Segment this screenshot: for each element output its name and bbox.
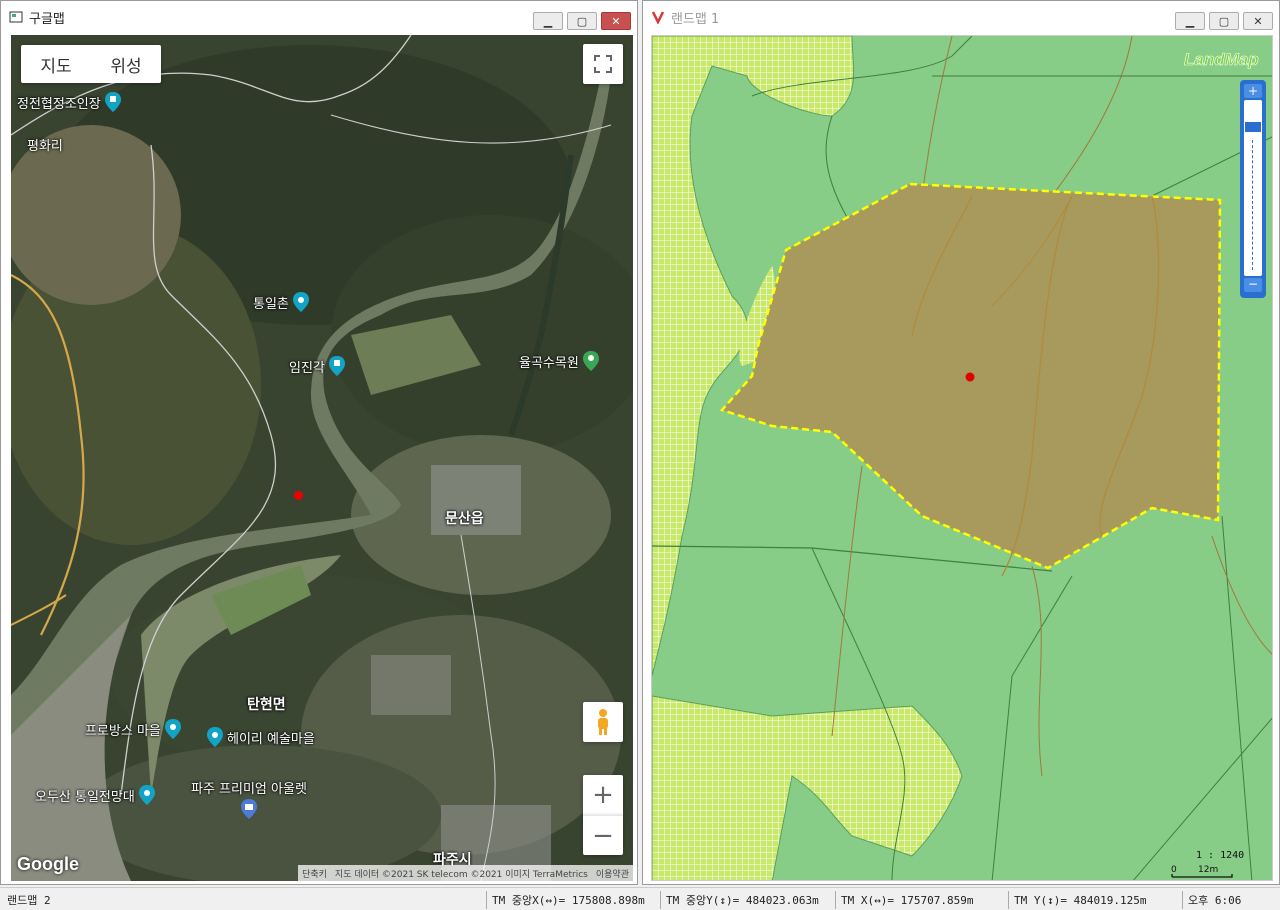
zoom-in-button[interactable]: + xyxy=(1244,84,1262,98)
zoom-in-button[interactable]: + xyxy=(583,775,623,815)
tm-center-y-value: TM 중앙Y(↕)= 484023.063m xyxy=(666,894,819,907)
place-name: 프로방스 마을 xyxy=(85,723,161,739)
minus-icon: − xyxy=(592,820,614,851)
place-name: 임진각 xyxy=(289,360,325,376)
fullscreen-button[interactable] xyxy=(583,44,623,84)
map-type-map-button[interactable]: 지도 xyxy=(21,52,91,77)
landmap-logo: LandMap xyxy=(1184,50,1259,69)
minimize-button[interactable]: ▁ xyxy=(533,12,563,30)
scale-zero: 0 xyxy=(1171,865,1177,875)
fullscreen-icon xyxy=(594,55,612,73)
keyboard-shortcuts-link[interactable]: 단축키 xyxy=(302,867,327,880)
status-tm-x: TM X(↔)= 175707.859m xyxy=(835,891,1007,909)
place-label[interactable]: 오두산 통일전망대 xyxy=(35,785,155,805)
status-app-label: 랜드맵 2 xyxy=(7,894,51,907)
landmap-app-icon xyxy=(651,11,665,24)
status-app: 랜드맵 2 xyxy=(2,891,482,909)
map-type-satellite-button[interactable]: 위성 xyxy=(91,52,161,77)
place-name: 평화리 xyxy=(27,139,63,154)
map-data-attribution: 지도 데이터 ©2021 SK telecom ©2021 이미지 TerraM… xyxy=(334,869,588,880)
left-titlebar: 구글맵 ▁ ▢ ✕ xyxy=(1,1,637,33)
place-label: 문산읍 xyxy=(445,508,484,528)
map-type-control: 지도 위성 xyxy=(21,45,161,83)
minimize-button[interactable]: ▁ xyxy=(1175,12,1205,30)
place-name: 헤이리 예술마을 xyxy=(227,731,315,747)
maximize-button[interactable]: ▢ xyxy=(567,12,597,30)
camera-pin-icon xyxy=(207,727,223,747)
window-title: 랜드맵 1 xyxy=(671,11,720,27)
place-label[interactable]: 파주 프리미엄 아울렛 xyxy=(191,778,307,819)
location-marker xyxy=(965,372,975,382)
tm-y-value: TM Y(↕)= 484019.125m xyxy=(1014,893,1147,907)
window-title: 구글맵 xyxy=(29,11,65,27)
app-icon xyxy=(9,11,23,23)
close-button[interactable]: ✕ xyxy=(601,12,631,30)
terms-link[interactable]: 이용약관 xyxy=(596,867,629,880)
camera-pin-icon xyxy=(164,719,181,739)
google-logo: Google xyxy=(17,854,79,874)
zoom-ticks xyxy=(1252,140,1254,270)
status-bar: 랜드맵 2 TM 중앙X(↔)= 175808.898m TM 중앙Y(↕)= … xyxy=(0,887,1280,910)
pegman-icon xyxy=(598,709,608,735)
zoom-slider[interactable]: + − xyxy=(1240,80,1266,298)
camera-pin-icon xyxy=(292,292,309,312)
time-value: 오후 6:06 xyxy=(1188,894,1242,907)
camera-pin-icon xyxy=(138,785,155,805)
status-tm-center-y: TM 중앙Y(↕)= 484023.063m xyxy=(660,891,832,909)
map-credits: 단축키 지도 데이터 ©2021 SK telecom ©2021 이미지 Te… xyxy=(298,865,633,881)
place-label[interactable]: 임진각 xyxy=(289,356,345,376)
status-tm-center-x: TM 중앙X(↔)= 175808.898m xyxy=(486,891,658,909)
parcel-map-canvas: LandMap 1 : 1240 0 12m xyxy=(652,36,1272,880)
close-button[interactable]: ✕ xyxy=(1243,12,1273,30)
parcel-map[interactable]: LandMap 1 : 1240 0 12m + − xyxy=(651,35,1273,881)
place-name: 문산읍 xyxy=(445,511,484,527)
zoom-out-button[interactable]: − xyxy=(583,815,623,855)
place-label: 탄현면 xyxy=(247,694,286,714)
scale-length: 12m xyxy=(1198,865,1218,875)
scale-ratio: 1 : 1240 xyxy=(1196,850,1244,861)
place-name: 파주 프리미엄 아울렛 xyxy=(191,782,307,797)
place-label[interactable]: 정전협정조인장 xyxy=(17,92,121,112)
landmark-pin-icon xyxy=(328,356,345,376)
location-marker xyxy=(294,491,303,500)
zoom-out-button[interactable]: − xyxy=(1244,278,1262,292)
place-label: 평화리 xyxy=(27,135,63,154)
landmark-pin-icon xyxy=(104,92,121,112)
place-name: 통일촌 xyxy=(253,296,289,312)
right-titlebar: 랜드맵 1 ▁ ▢ ✕ xyxy=(643,1,1279,33)
tm-x-value: TM X(↔)= 175707.859m xyxy=(841,893,974,907)
place-label[interactable]: 율곡수목원 xyxy=(519,351,599,371)
garden-pin-icon xyxy=(582,351,599,371)
street-view-pegman[interactable] xyxy=(583,702,623,742)
place-name: 정전협정조인장 xyxy=(17,96,101,112)
status-time: 오후 6:06 xyxy=(1182,891,1278,909)
satellite-imagery xyxy=(11,35,633,881)
satellite-map[interactable]: 지도 위성 + − 정전협정조인장 평화리 통일촌 임진각 율곡수목원 문산읍 … xyxy=(11,35,633,881)
tm-center-x-value: TM 중앙X(↔)= 175808.898m xyxy=(492,894,645,907)
google-map-window: 구글맵 ▁ ▢ ✕ 지도 위성 + − 정전협정조인장 평화리 통일촌 임진각 … xyxy=(0,0,638,885)
maximize-button[interactable]: ▢ xyxy=(1209,12,1239,30)
place-name: 오두산 통일전망대 xyxy=(35,789,135,805)
landmap-window: 랜드맵 1 ▁ ▢ ✕ LandMap 1: 1240 0 12m + − xyxy=(642,0,1280,885)
shopping-pin-icon xyxy=(240,799,257,819)
place-name: 탄현면 xyxy=(247,697,286,713)
zoom-thumb[interactable] xyxy=(1245,122,1261,132)
place-label[interactable]: 헤이리 예술마을 xyxy=(207,727,315,747)
place-name: 율곡수목원 xyxy=(519,355,579,371)
place-label[interactable]: 프로방스 마을 xyxy=(85,719,181,739)
zoom-track[interactable] xyxy=(1244,100,1262,276)
place-label[interactable]: 통일촌 xyxy=(253,292,309,312)
status-tm-y: TM Y(↕)= 484019.125m xyxy=(1008,891,1180,909)
plus-icon: + xyxy=(592,780,614,810)
